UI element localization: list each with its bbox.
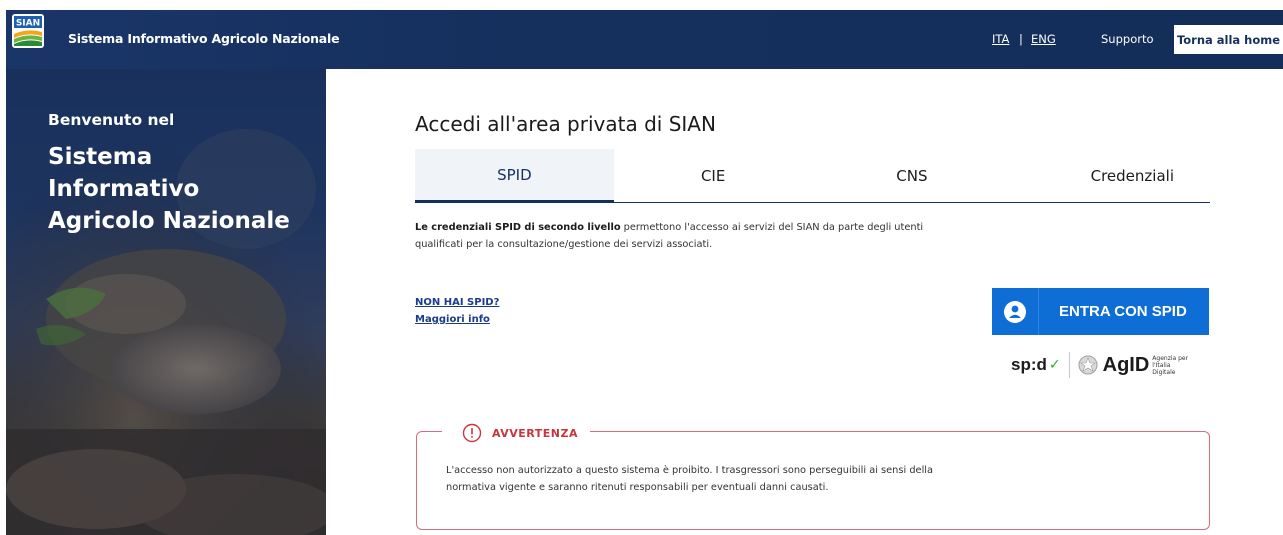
hero-welcome: Benvenuto nel — [48, 111, 175, 129]
login-tabs: SPID CIE CNS Credenziali — [415, 149, 1210, 203]
site-header: SIAN Sistema Informativo Agricolo Nazion… — [6, 10, 1283, 69]
spid-description-bold: Le credenziali SPID di secondo livello — [415, 222, 621, 233]
lang-separator: | — [1019, 32, 1023, 46]
no-spid-link[interactable]: NON HAI SPID? — [415, 297, 499, 308]
home-button[interactable]: Torna alla home — [1174, 25, 1283, 54]
hero-panel: Benvenuto nel Sistema Informativo Agrico… — [6, 69, 326, 535]
sian-logo-text: SIAN — [16, 19, 40, 29]
hero-background-image — [6, 69, 326, 535]
partner-logos: sp:d ✓ AgID Agenzia per l'Italia Digital… — [1011, 350, 1211, 380]
user-icon — [992, 288, 1038, 335]
tab-cns[interactable]: CNS — [813, 149, 1012, 203]
spid-check-icon: ✓ — [1048, 357, 1061, 373]
warning-title: AVVERTENZA — [492, 426, 578, 440]
logo-divider — [1068, 352, 1070, 378]
hero-title: Sistema Informativo Agricolo Nazionale — [48, 144, 290, 234]
tab-cie[interactable]: CIE — [614, 149, 813, 203]
warning-icon — [462, 423, 482, 443]
lang-ita-link[interactable]: ITA — [992, 32, 1009, 46]
header-title: Sistema Informativo Agricolo Nazionale — [68, 31, 340, 46]
page-title: Accedi all'area privata di SIAN — [415, 112, 716, 136]
warning-text: L'accesso non autorizzato a questo siste… — [446, 465, 934, 493]
top-strip — [0, 0, 1283, 10]
enter-spid-button[interactable]: ENTRA CON SPID — [992, 288, 1209, 335]
agid-subtitle: Agenzia per l'Italia Digitale — [1152, 354, 1189, 376]
spid-logo: sp:d — [1011, 355, 1047, 374]
support-link[interactable]: Supporto — [1101, 32, 1154, 46]
italian-emblem-icon — [1078, 355, 1098, 375]
agid-logo: AgID — [1102, 353, 1150, 376]
lang-eng-link[interactable]: ENG — [1031, 32, 1056, 46]
sian-logo[interactable]: SIAN — [12, 14, 57, 52]
more-info-link[interactable]: Maggiori info — [415, 314, 490, 325]
tab-credenziali[interactable]: Credenziali — [1011, 149, 1210, 203]
spid-description: Le credenziali SPID di secondo livello p… — [415, 219, 955, 253]
spid-button-divider — [1038, 288, 1039, 335]
enter-spid-label: ENTRA CON SPID — [1059, 303, 1187, 320]
warning-header: AVVERTENZA — [442, 422, 590, 444]
tab-spid[interactable]: SPID — [415, 149, 614, 203]
